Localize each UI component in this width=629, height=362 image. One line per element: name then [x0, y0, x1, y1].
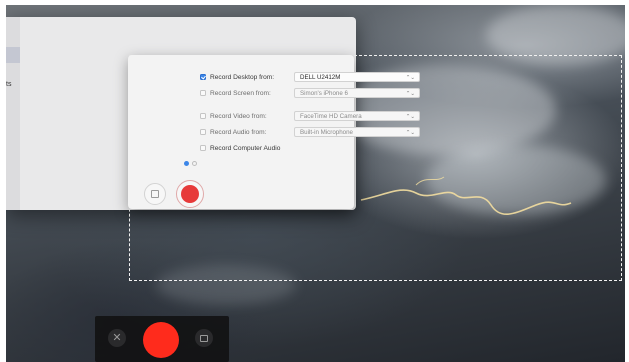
audio-source-popup[interactable]: Built-in Microphone ⌃⌄: [294, 127, 420, 137]
record-screen-label: Record Screen from:: [210, 89, 271, 97]
chevron-updown-icon: ⌃⌄: [405, 75, 415, 81]
stop-button[interactable]: [144, 183, 166, 205]
record-audio-checkbox[interactable]: [200, 129, 206, 135]
desktop-wallpaper: ts Record Desktop from: DELL U2412M ⌃⌄ R…: [6, 5, 625, 362]
record-computer-audio-label: Record Computer Audio: [210, 144, 281, 152]
capture-control-bar: ✕: [95, 316, 229, 362]
desktop-source-popup[interactable]: DELL U2412M ⌃⌄: [294, 72, 420, 82]
record-button[interactable]: [176, 180, 204, 208]
chevron-updown-icon: ⌃⌄: [405, 114, 415, 120]
audio-source-value: Built-in Microphone: [300, 129, 353, 136]
record-options-panel: Record Desktop from: DELL U2412M ⌃⌄ Reco…: [128, 55, 420, 209]
close-icon[interactable]: ✕: [108, 329, 126, 347]
option-record-desktop[interactable]: Record Desktop from:: [200, 71, 274, 83]
start-recording-button[interactable]: [143, 322, 179, 358]
page-dot[interactable]: [192, 161, 197, 166]
chevron-updown-icon: ⌃⌄: [405, 130, 415, 136]
record-screen-checkbox[interactable]: [200, 90, 206, 96]
page-dot-active[interactable]: [184, 161, 189, 166]
chevron-updown-icon: ⌃⌄: [405, 91, 415, 97]
option-record-audio[interactable]: Record Audio from:: [200, 126, 266, 138]
record-desktop-label: Record Desktop from:: [210, 73, 275, 81]
record-audio-label: Record Audio from:: [210, 128, 267, 136]
stop-square-icon: [151, 190, 159, 198]
page-indicator: [184, 161, 197, 166]
desktop-source-value: DELL U2412M: [300, 74, 341, 81]
option-record-screen[interactable]: Record Screen from:: [200, 87, 271, 99]
record-computer-audio-checkbox[interactable]: [200, 145, 206, 151]
screen-source-popup[interactable]: Simon's iPhone 6 ⌃⌄: [294, 88, 420, 98]
screen-source-value: Simon's iPhone 6: [300, 90, 348, 97]
option-record-computer-audio[interactable]: Record Computer Audio: [200, 142, 280, 154]
record-desktop-checkbox[interactable]: [200, 74, 206, 80]
sidebar: ts: [6, 17, 20, 210]
record-icon: [181, 185, 199, 203]
sidebar-selected-item[interactable]: [6, 47, 20, 63]
record-video-label: Record Video from:: [210, 112, 267, 120]
window-capture-button[interactable]: [195, 329, 213, 347]
record-video-checkbox[interactable]: [200, 113, 206, 119]
video-source-popup[interactable]: FaceTime HD Camera ⌃⌄: [294, 111, 420, 121]
sidebar-item-label: ts: [6, 81, 12, 88]
option-record-video[interactable]: Record Video from:: [200, 110, 267, 122]
video-source-value: FaceTime HD Camera: [300, 113, 362, 120]
window-capture-icon: [200, 334, 208, 342]
